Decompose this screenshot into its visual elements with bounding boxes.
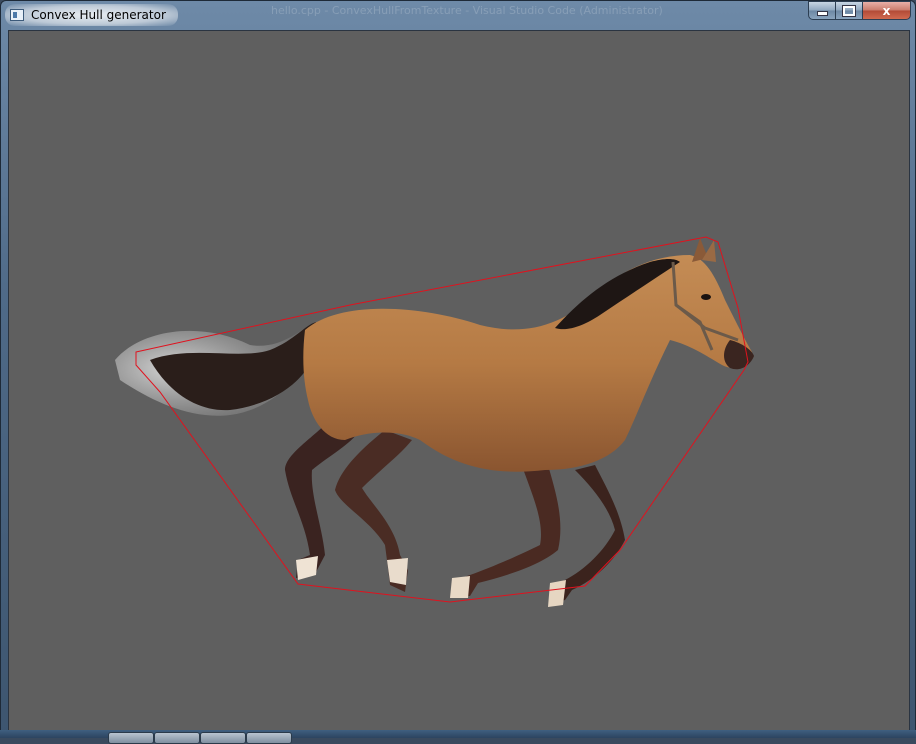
taskbar-button[interactable]	[154, 732, 200, 744]
horse-tail	[115, 322, 318, 416]
taskbar-strip	[0, 730, 916, 744]
taskbar-button[interactable]	[200, 732, 246, 744]
horse-hind-legs	[285, 420, 412, 592]
taskbar-button[interactable]	[246, 732, 292, 744]
horse-front-legs	[450, 460, 625, 607]
taskbar-button[interactable]	[108, 732, 154, 744]
scene-svg	[115, 236, 754, 607]
horse-body	[303, 238, 754, 472]
